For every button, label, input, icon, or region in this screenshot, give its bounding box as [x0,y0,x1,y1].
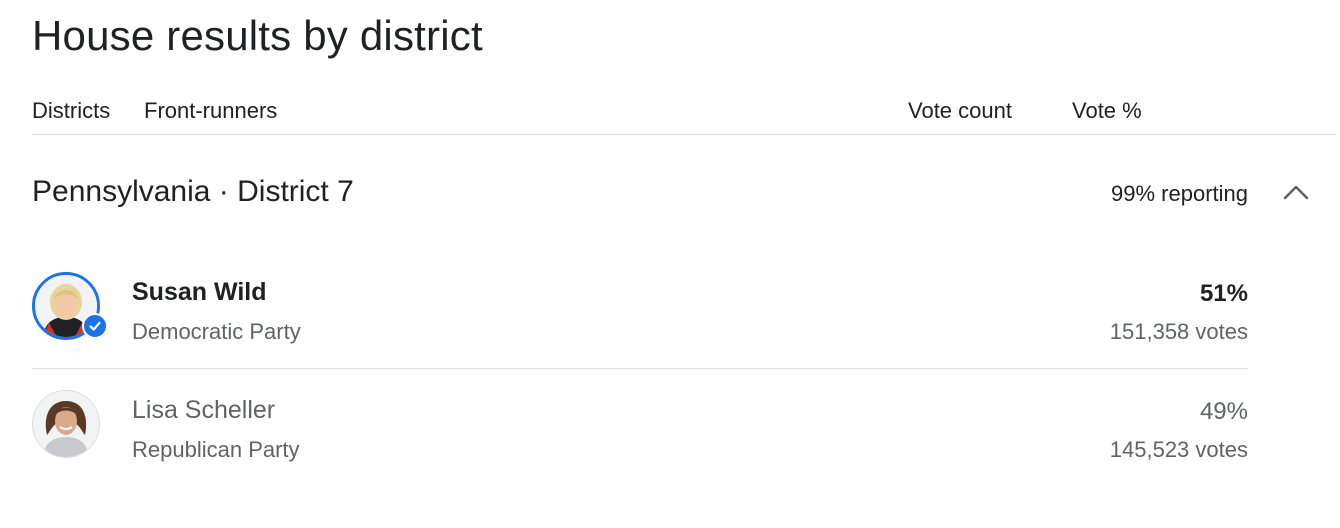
candidate-party: Republican Party [132,437,300,462]
page-title: House results by district [32,12,483,59]
district-name: Pennsylvania · District 7 [32,175,354,208]
chevron-up-icon [1283,185,1309,200]
candidate-vote-count: 145,523 votes [1109,437,1248,462]
column-header-vote-count: Vote count [908,98,1012,123]
candidate-vote-percent: 49% [1199,398,1248,425]
column-header-vote-percent: Vote % [1072,98,1142,123]
candidate-row: Susan Wild Democratic Party 51% 151,358 … [32,252,1248,370]
check-icon [89,321,101,331]
candidate-vote-count: 151,358 votes [1109,319,1248,344]
column-header-front-runners: Front-runners [144,98,278,123]
candidate-name: Lisa Scheller [132,396,276,424]
candidate-divider [32,368,1248,369]
header-divider [32,134,1336,135]
winner-check-badge [82,313,108,339]
candidate-row: Lisa Scheller Republican Party 49% 145,5… [32,370,1248,488]
collapse-district-button[interactable] [1276,176,1316,208]
house-results-panel: House results by district Districts Fron… [0,0,1340,528]
candidate-photo-lisa-scheller [33,391,99,457]
candidate-name: Susan Wild [132,278,267,306]
reporting-status: 99% reporting [1111,181,1248,206]
candidate-party: Democratic Party [132,319,301,344]
candidate-avatar [32,390,100,458]
column-header-districts: Districts [32,98,111,123]
candidate-vote-percent: 51% [1199,280,1248,307]
